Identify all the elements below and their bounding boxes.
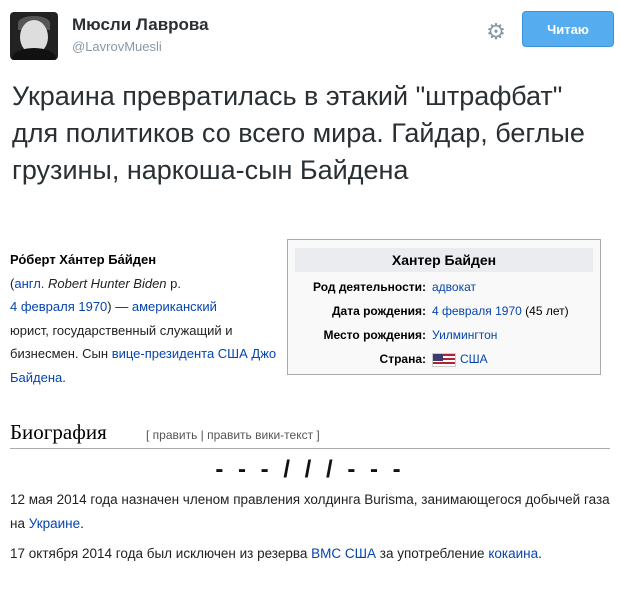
lead-dash: — — [111, 299, 132, 314]
bio-paragraph-1: 12 мая 2014 года назначен членом правлен… — [10, 488, 610, 536]
vice-president-link[interactable]: вице-президента США — [112, 346, 248, 361]
gear-icon[interactable]: ⚙ — [482, 18, 510, 46]
us-flag-icon — [432, 352, 456, 367]
lang-link[interactable]: англ. — [14, 276, 44, 291]
infobox-label: Род деятельности: — [312, 280, 426, 294]
age-text: (45 лет) — [525, 304, 569, 318]
paragraph-text: за употребление — [376, 546, 489, 561]
occupation-link[interactable]: адвокат — [432, 276, 476, 298]
account-name[interactable]: Мюсли Лаврова — [72, 15, 209, 35]
paragraph-text: 17 октября 2014 года был исключен из рез… — [10, 546, 312, 561]
ukraine-link[interactable]: Украине — [29, 516, 80, 531]
navy-link[interactable]: ВМС США — [311, 546, 376, 561]
infobox: Хантер Байден Род деятельности: адвокат … — [287, 239, 601, 375]
tweet-header: Мюсли Лаврова @LavrovMuesli ⚙ Читаю — [0, 0, 620, 70]
paragraph-text: 12 мая 2014 года назначен членом правлен… — [10, 492, 610, 531]
infobox-label: Страна: — [379, 352, 426, 366]
infobox-value: 4 февраля 1970 (45 лет) — [432, 300, 569, 322]
birthplace-link[interactable]: Уилмингтон — [432, 324, 497, 346]
birthdate-link[interactable]: 4 февраля 1970 — [432, 304, 522, 318]
edit-section-link[interactable]: [ править | править вики-текст ] — [146, 428, 320, 442]
infobox-label: Место рождения: — [323, 328, 427, 342]
section-heading: Биография — [10, 420, 107, 444]
avatar-suit — [12, 48, 56, 60]
section-divider — [10, 448, 610, 449]
follow-button[interactable]: Читаю — [522, 11, 614, 47]
born-prefix: р. — [170, 275, 182, 291]
birth-date-link[interactable]: 4 февраля 1970 — [10, 299, 107, 314]
paragraph-end: . — [80, 516, 84, 531]
cocaine-link[interactable]: кокаина — [488, 546, 538, 561]
wiki-lead-paragraph: Ро́берт Ха́нтер Ба́йден (англ. Robert Hu… — [10, 252, 277, 385]
infobox-value: США — [432, 348, 488, 370]
avatar[interactable] — [10, 12, 58, 60]
wiki-subject-name: Ро́берт Ха́нтер Ба́йден — [10, 252, 157, 267]
country-link[interactable]: США — [460, 352, 488, 366]
paragraph-end: . — [538, 546, 542, 561]
separator-text: - - - / / / - - - — [215, 456, 405, 483]
account-handle[interactable]: @LavrovMuesli — [72, 39, 162, 54]
infobox-title: Хантер Байден — [295, 248, 593, 272]
nationality-link[interactable]: американский — [132, 299, 217, 314]
original-name: Robert Hunter Biden — [48, 275, 167, 291]
tweet-text: Украина превратилась в этакий "штрафбат"… — [12, 81, 585, 185]
infobox-label: Дата рождения: — [331, 304, 426, 318]
bio-paragraph-2: 17 октября 2014 года был исключен из рез… — [10, 542, 610, 566]
